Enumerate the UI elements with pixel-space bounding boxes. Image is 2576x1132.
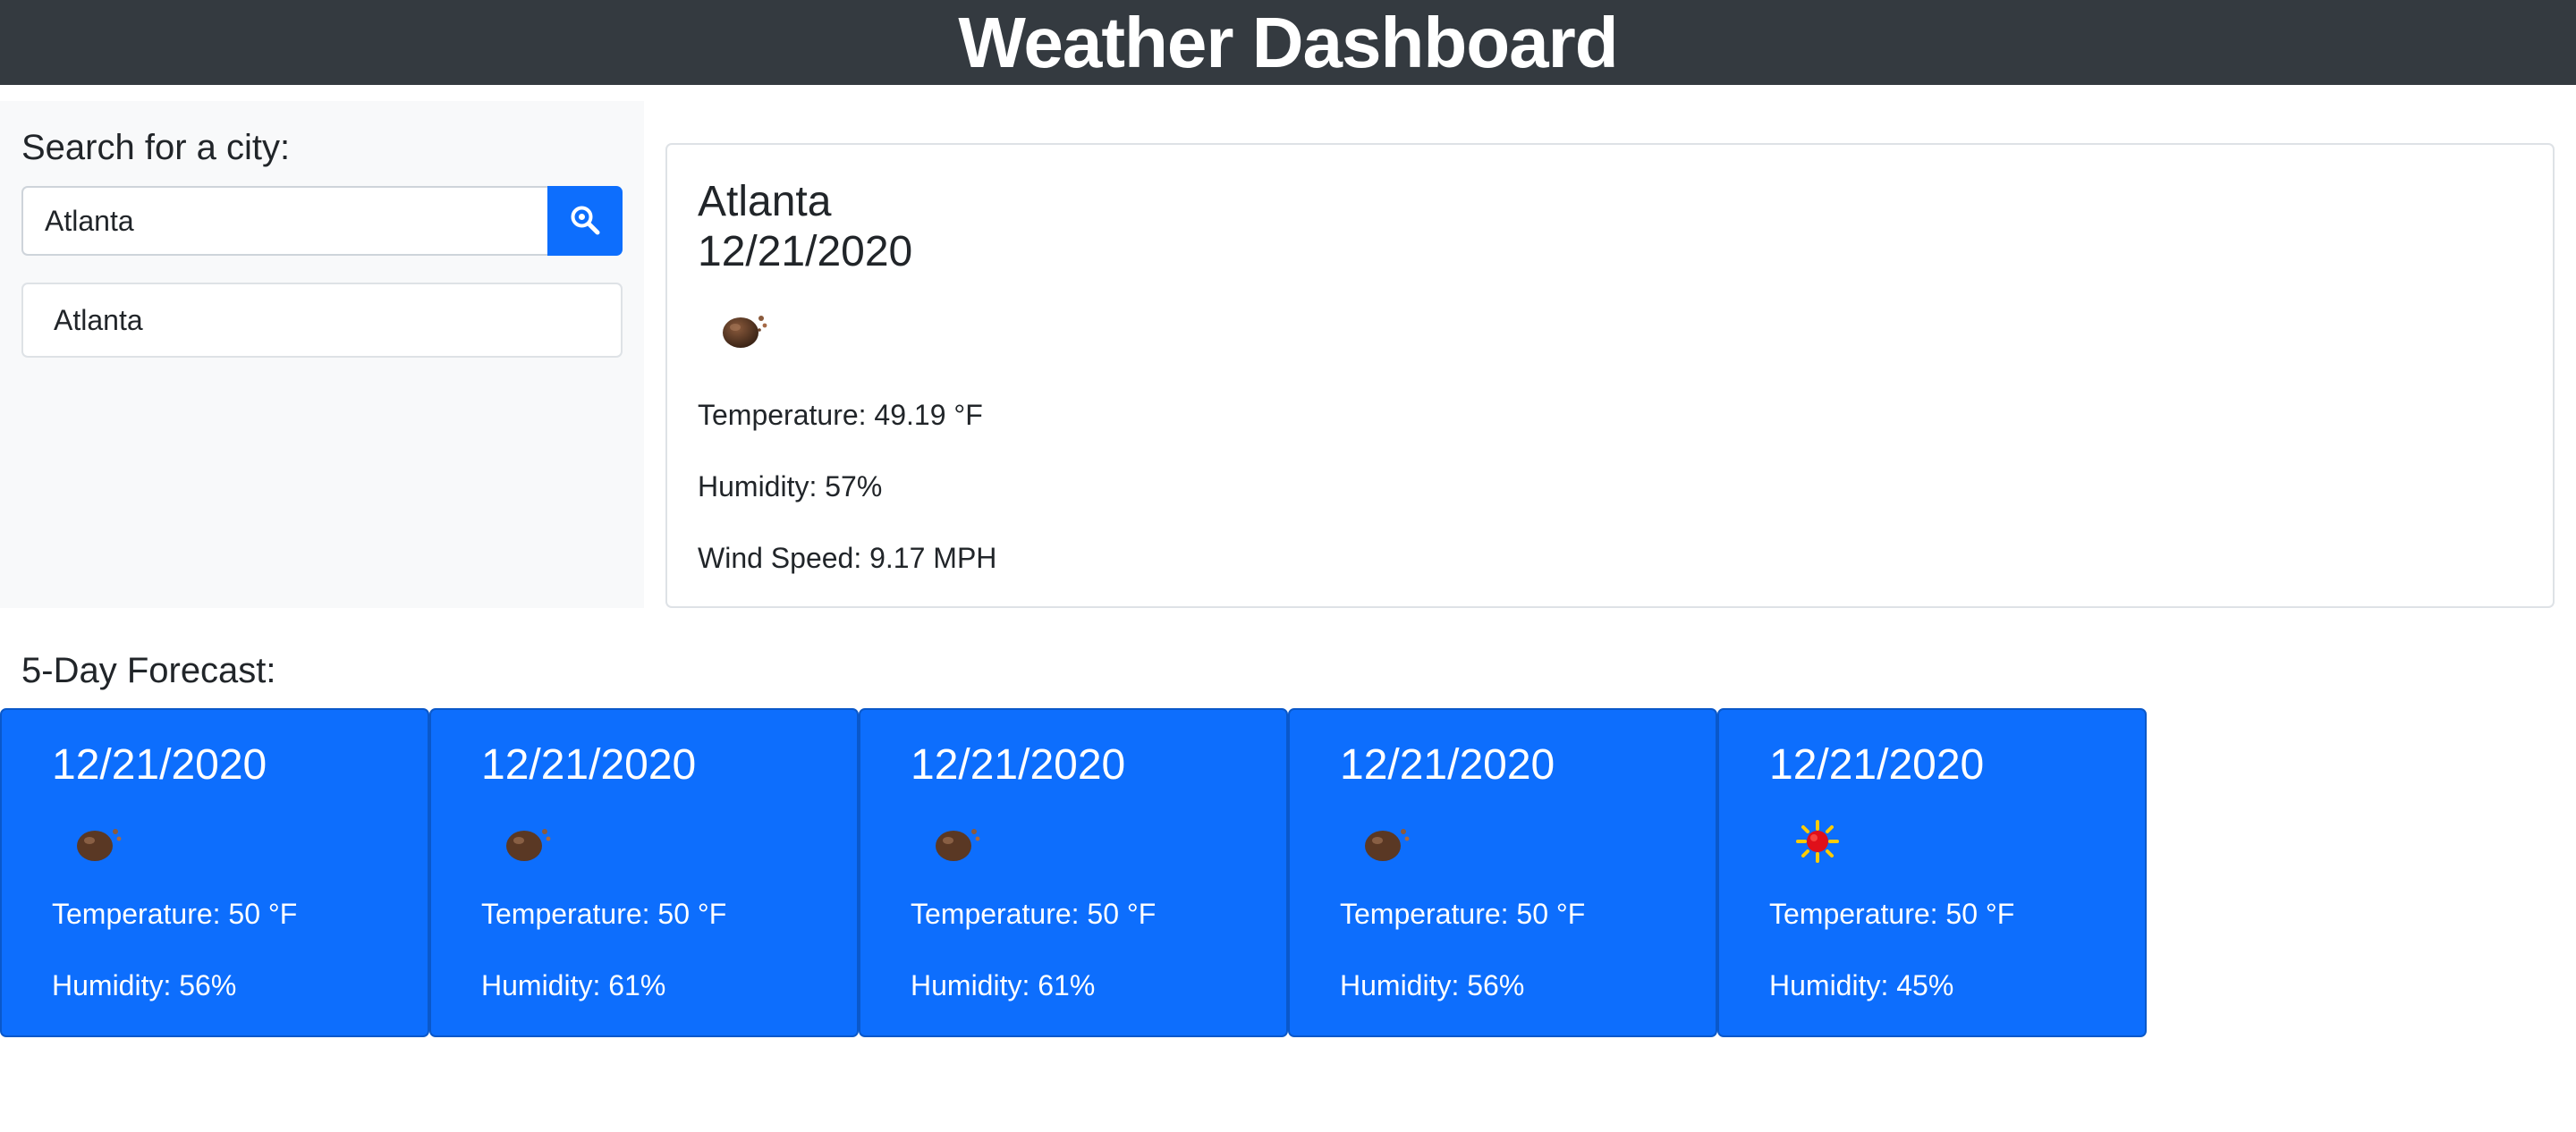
search-button[interactable] bbox=[547, 186, 623, 256]
forecast-date: 12/21/2020 bbox=[1340, 741, 1555, 789]
history-item[interactable]: Atlanta bbox=[21, 283, 623, 358]
forecast-humidity: Humidity: 61% bbox=[481, 969, 666, 1001]
search-icon bbox=[570, 205, 600, 238]
search-history: Atlanta bbox=[21, 283, 623, 358]
current-temperature: Temperature: 49.19 °F bbox=[698, 399, 983, 431]
forecast-row: 12/21/2020 Temperature: 50 °F Humidity: … bbox=[0, 708, 2147, 1037]
app-header: Weather Dashboard bbox=[0, 0, 2576, 85]
forecast-temperature: Temperature: 50 °F bbox=[1769, 898, 2015, 930]
cloud-icon bbox=[1363, 819, 1413, 864]
forecast-humidity: Humidity: 61% bbox=[911, 969, 1096, 1001]
forecast-card: 12/21/2020 Temperature: 50 °F Humidity: … bbox=[0, 708, 429, 1037]
cloud-icon bbox=[75, 819, 125, 864]
search-sidebar: Search for a city: Atlanta bbox=[0, 101, 644, 608]
forecast-temperature: Temperature: 50 °F bbox=[52, 898, 298, 930]
forecast-date: 12/21/2020 bbox=[52, 741, 267, 789]
forecast-card: 12/21/2020 Temperature: 50 °F Humidity: … bbox=[859, 708, 1288, 1037]
forecast-title: 5-Day Forecast: bbox=[21, 651, 276, 690]
current-weather-card: Atlanta 12/21/2020 Temperature: 49.19 °F… bbox=[665, 143, 2555, 608]
search-label: Search for a city: bbox=[21, 128, 291, 167]
current-humidity: Humidity: 57% bbox=[698, 470, 883, 503]
current-date: 12/21/2020 bbox=[698, 228, 913, 275]
forecast-humidity: Humidity: 56% bbox=[52, 969, 237, 1001]
current-wind-speed: Wind Speed: 9.17 MPH bbox=[698, 542, 997, 574]
forecast-card: 12/21/2020 Temperature: 50 °F Humidity: … bbox=[1717, 708, 2147, 1037]
forecast-humidity: Humidity: 56% bbox=[1340, 969, 1525, 1001]
forecast-humidity: Humidity: 45% bbox=[1769, 969, 1954, 1001]
cloud-icon bbox=[721, 306, 771, 351]
forecast-temperature: Temperature: 50 °F bbox=[481, 898, 727, 930]
city-search-input[interactable] bbox=[21, 186, 549, 256]
forecast-card: 12/21/2020 Temperature: 50 °F Humidity: … bbox=[1288, 708, 1717, 1037]
forecast-date: 12/21/2020 bbox=[481, 741, 697, 789]
cloud-icon bbox=[504, 819, 555, 864]
forecast-date: 12/21/2020 bbox=[1769, 741, 1985, 789]
forecast-temperature: Temperature: 50 °F bbox=[911, 898, 1157, 930]
forecast-card: 12/21/2020 Temperature: 50 °F Humidity: … bbox=[429, 708, 859, 1037]
sun-icon bbox=[1792, 819, 1843, 864]
page-title: Weather Dashboard bbox=[958, 2, 1618, 82]
forecast-date: 12/21/2020 bbox=[911, 741, 1126, 789]
cloud-icon bbox=[934, 819, 984, 864]
current-city: Atlanta bbox=[698, 178, 832, 225]
forecast-temperature: Temperature: 50 °F bbox=[1340, 898, 1586, 930]
